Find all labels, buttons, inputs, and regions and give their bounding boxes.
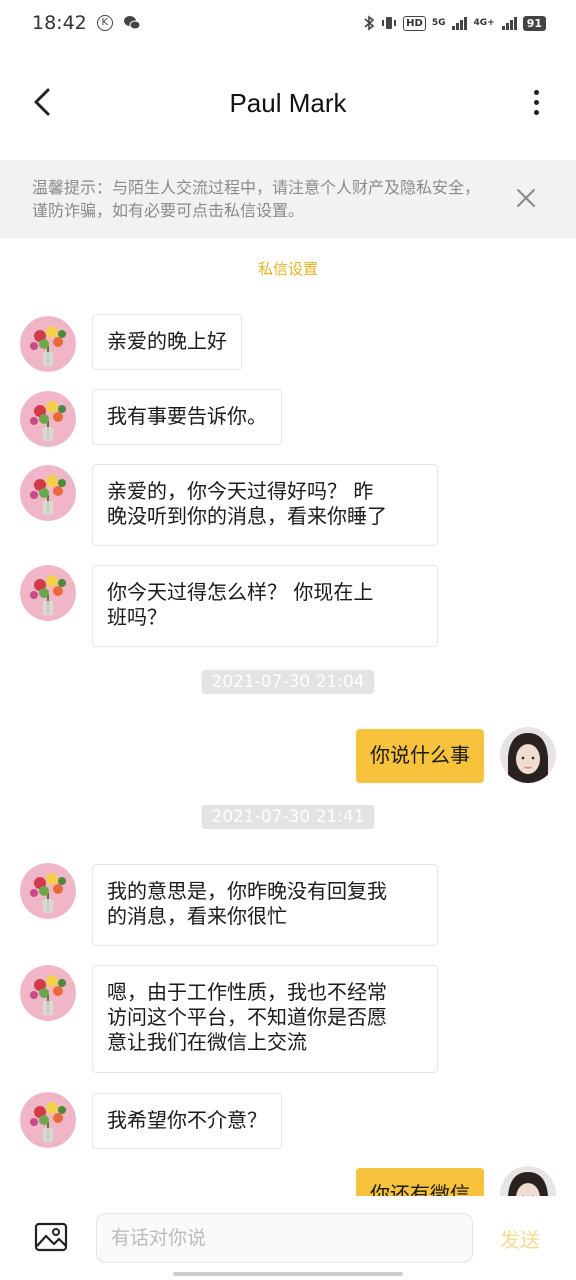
timestamp-divider: 2021-07-30 21:41 <box>201 805 375 829</box>
message-line: 亲爱的，你今天过得好吗？ 昨 <box>107 479 374 503</box>
hd-icon: HD <box>403 15 426 31</box>
input-bar: 有话对你说 发送 <box>0 1196 576 1280</box>
avatar[interactable] <box>20 565 76 621</box>
close-icon <box>517 189 535 207</box>
avatar[interactable] <box>20 965 76 1021</box>
k-circle-icon: K <box>96 15 113 31</box>
send-button[interactable]: 发送 <box>500 1224 540 1253</box>
timestamp-divider: 2021-07-30 21:04 <box>201 670 375 694</box>
signal-4g-label: 4G+ <box>473 18 495 28</box>
incoming-bubble[interactable]: 我有事要告诉你。 <box>92 389 282 445</box>
home-indicator[interactable] <box>173 1272 403 1276</box>
banner-close-button[interactable] <box>514 186 538 210</box>
more-dot <box>533 99 539 105</box>
message-line: 我的意思是，你昨晚没有回复我 <box>107 879 387 903</box>
message-text: 我希望你不介意？ <box>107 1108 267 1132</box>
avatar[interactable] <box>20 465 76 521</box>
status-time: 18:42 <box>32 12 87 34</box>
message-text: 你说什么事 <box>370 743 470 767</box>
avatar[interactable] <box>20 863 76 919</box>
message-line: 访问这个平台，不知道你是否愿 <box>107 1005 387 1029</box>
message-line: 你今天过得怎么样？ 你现在上 <box>107 580 374 604</box>
message-line: 意让我们在微信上交流 <box>107 1030 307 1054</box>
more-vertical-icon <box>533 89 539 95</box>
incoming-bubble[interactable]: 你今天过得怎么样？ 你现在上 班吗？ <box>92 565 438 647</box>
avatar-self[interactable] <box>500 727 556 783</box>
incoming-bubble[interactable]: 我的意思是，你昨晚没有回复我 的消息，看来你很忙 <box>92 864 438 946</box>
message-text: 我有事要告诉你。 <box>107 404 267 428</box>
battery-icon: 91 <box>522 15 546 31</box>
message-line: 晚没听到你的消息，看来你睡了 <box>107 504 387 528</box>
signal-5g-label: 5G <box>431 18 446 28</box>
chat-screen: 18:42 K HD 5G 4G+ 91 Paul Mark 温馨提示：与陌生人… <box>0 0 576 1280</box>
privacy-settings-link[interactable]: 私信设置 <box>0 258 576 279</box>
vibrate-icon <box>381 15 397 31</box>
image-button[interactable] <box>34 1222 68 1252</box>
avatar[interactable] <box>20 1092 76 1148</box>
avatar[interactable] <box>20 391 76 447</box>
signal-5g-icon <box>452 16 468 30</box>
outgoing-bubble[interactable]: 你说什么事 <box>356 729 484 783</box>
page-title: Paul Mark <box>229 87 347 118</box>
more-dot <box>533 109 539 115</box>
back-button[interactable] <box>22 82 62 122</box>
signal-4g-icon <box>501 16 517 30</box>
bluetooth-icon <box>363 15 375 31</box>
status-left: 18:42 K <box>32 12 141 34</box>
incoming-bubble[interactable]: 嗯，由于工作性质，我也不经常 访问这个平台，不知道你是否愿 意让我们在微信上交流 <box>92 965 438 1073</box>
safety-banner: 温馨提示：与陌生人交流过程中，请注意个人财产及隐私安全，谨防诈骗，如有必要可点击… <box>0 160 576 238</box>
incoming-bubble[interactable]: 亲爱的晚上好 <box>92 314 242 370</box>
message-line: 班吗？ <box>107 605 167 629</box>
status-bar: 18:42 K HD 5G 4G+ 91 <box>0 0 576 46</box>
message-input[interactable]: 有话对你说 <box>96 1213 473 1263</box>
incoming-bubble[interactable]: 我希望你不介意？ <box>92 1093 282 1149</box>
status-right: HD 5G 4G+ 91 <box>363 15 546 31</box>
chat-header: Paul Mark <box>0 60 576 146</box>
more-button[interactable] <box>518 82 554 122</box>
incoming-bubble[interactable]: 亲爱的，你今天过得好吗？ 昨 晚没听到你的消息，看来你睡了 <box>92 464 438 546</box>
banner-text: 温馨提示：与陌生人交流过程中，请注意个人财产及隐私安全，谨防诈骗，如有必要可点击… <box>32 178 481 220</box>
chevron-left-icon <box>34 88 50 116</box>
message-text: 亲爱的晚上好 <box>107 329 227 353</box>
message-line: 的消息，看来你很忙 <box>107 904 287 928</box>
wechat-icon <box>123 15 141 31</box>
message-line: 嗯，由于工作性质，我也不经常 <box>107 980 387 1004</box>
image-icon <box>34 1222 68 1252</box>
avatar[interactable] <box>20 316 76 372</box>
